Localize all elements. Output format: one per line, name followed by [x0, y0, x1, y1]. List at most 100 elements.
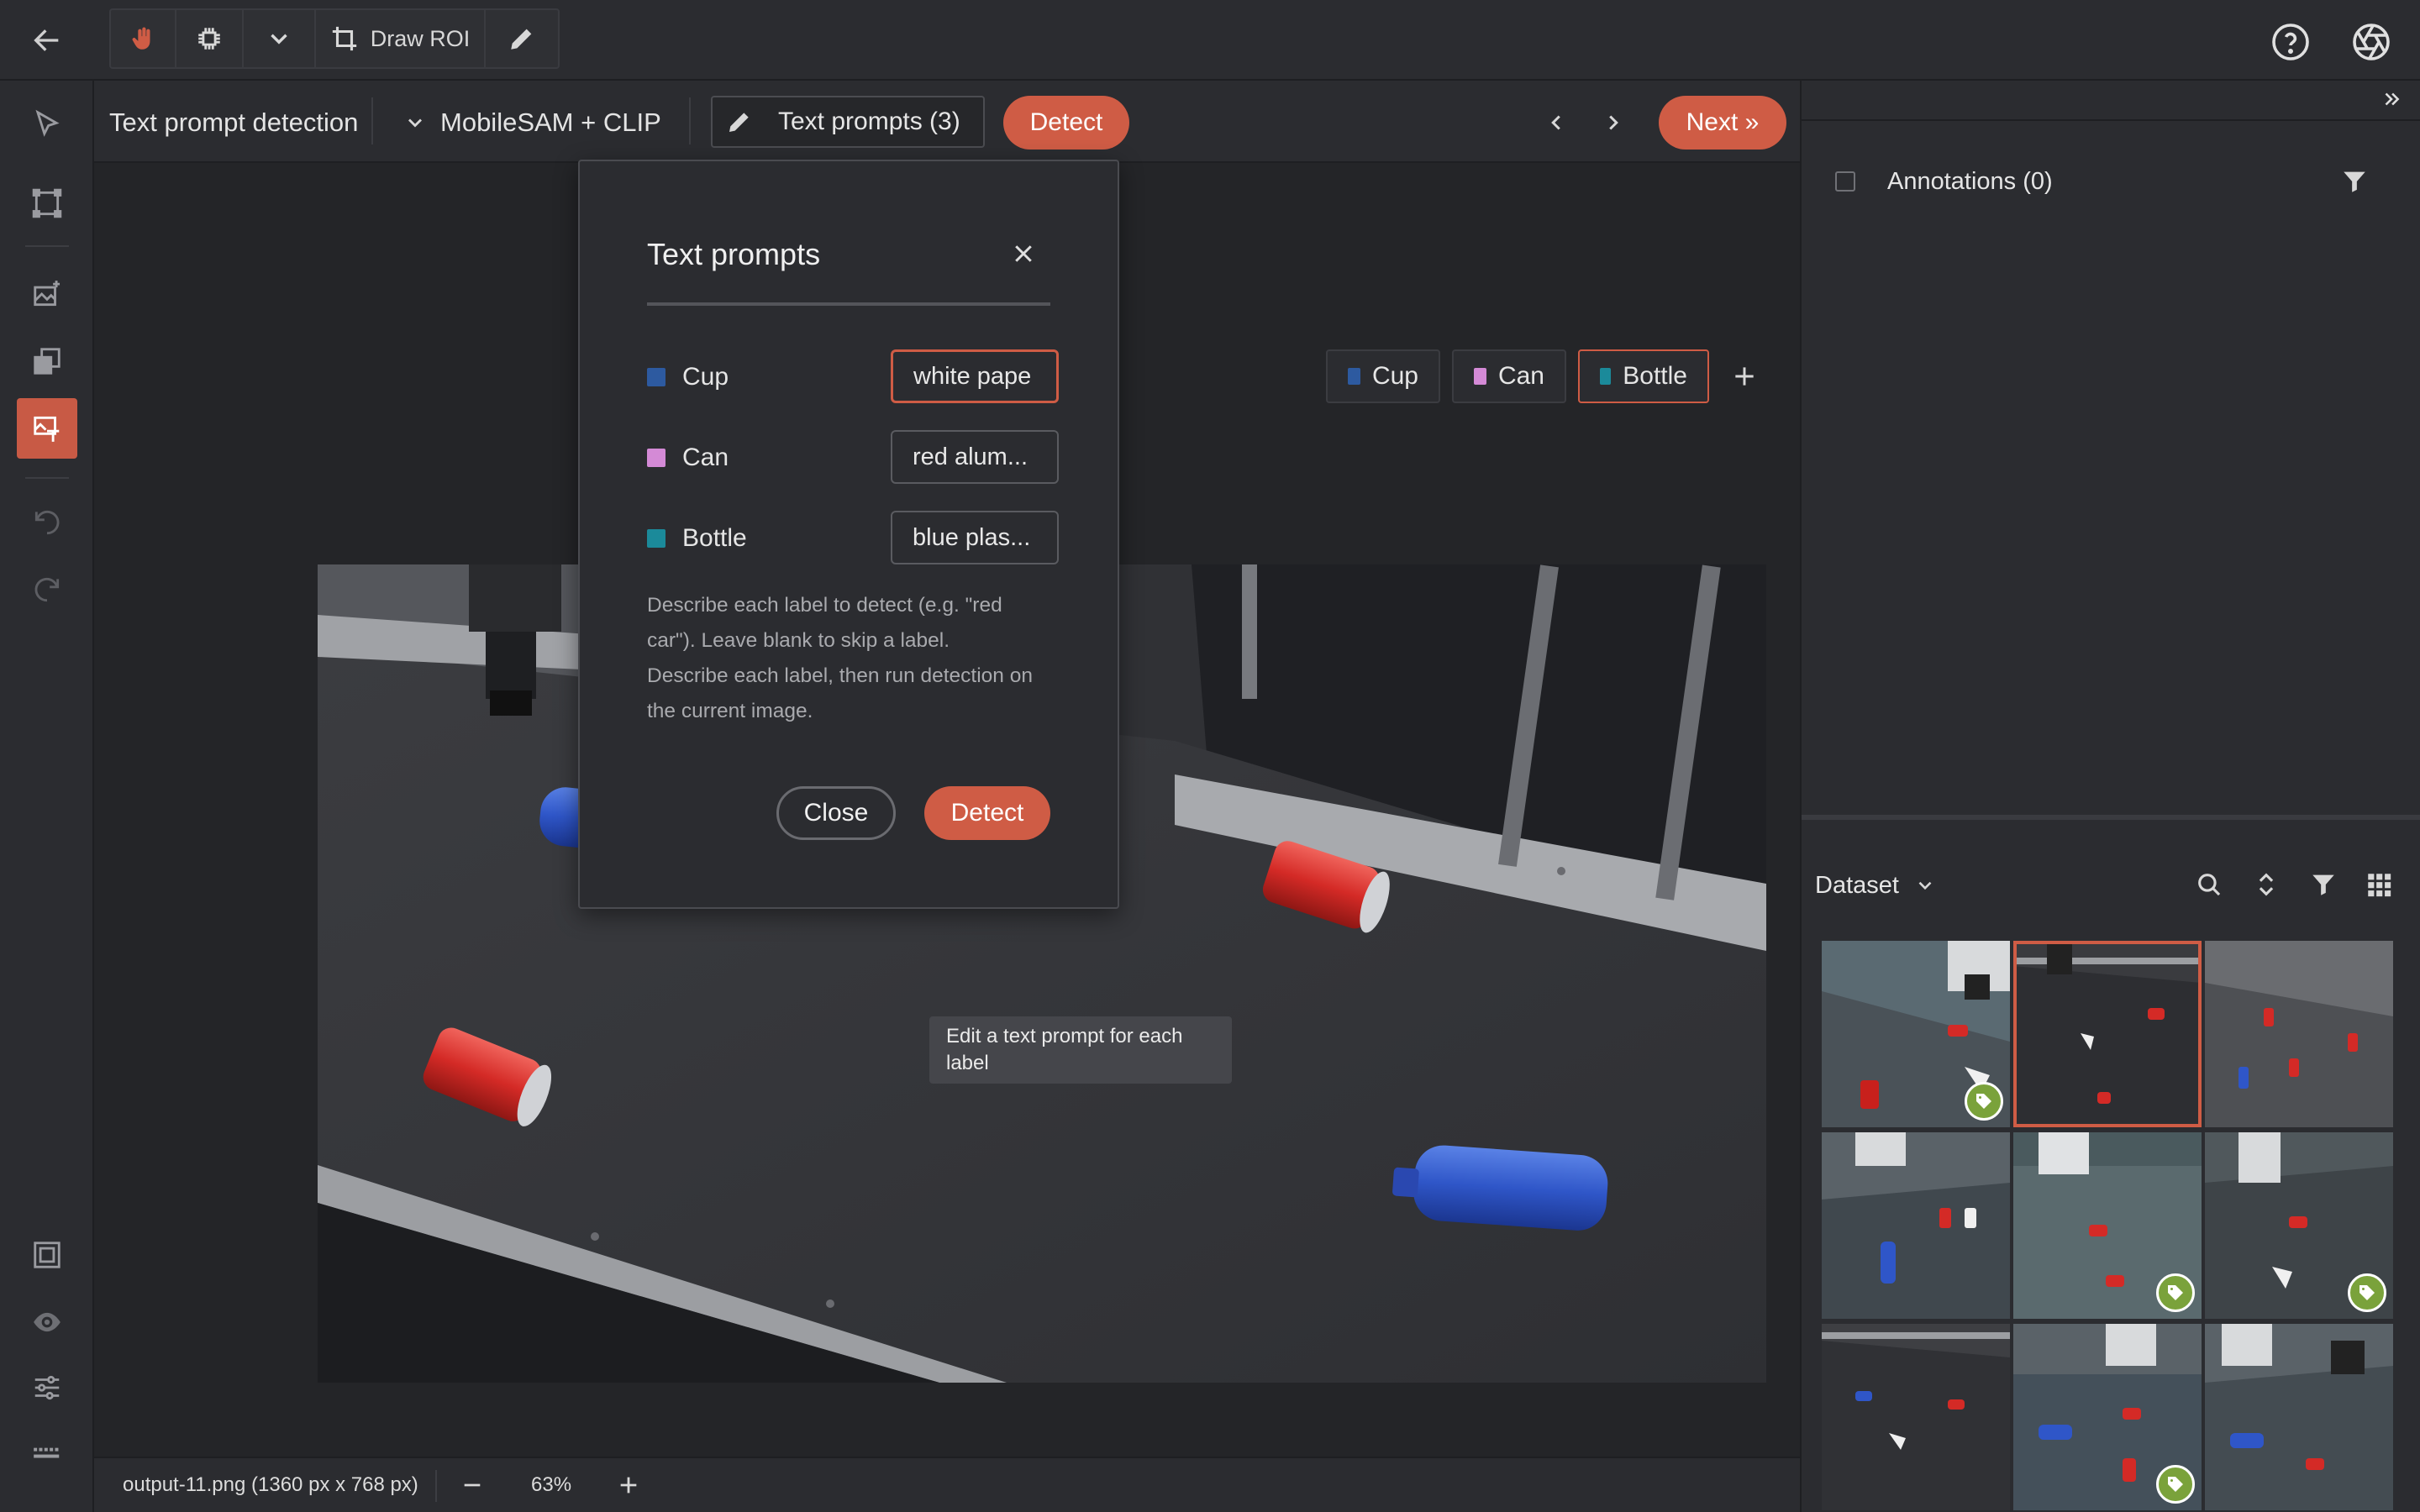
tool-group: Draw ROI [109, 8, 560, 69]
file-info: output-11.png (1360 px x 768 px) [123, 1473, 418, 1496]
dataset-grid-view-button[interactable] [2360, 865, 2398, 904]
dataset-filter-button[interactable] [2304, 865, 2343, 904]
annotations-select-all-checkbox[interactable] [1835, 171, 1855, 192]
text-prompts-label: Text prompts (3) [778, 108, 960, 135]
text-prompts-button[interactable]: Text prompts (3) [711, 96, 985, 148]
undo-icon [34, 510, 60, 535]
back-button[interactable] [25, 18, 69, 62]
label-color-swatch [1348, 368, 1360, 385]
image-text-icon [34, 416, 60, 442]
tag-icon [1976, 1094, 1991, 1109]
dataset-search-button[interactable] [2190, 865, 2228, 904]
dataset-thumbnail[interactable] [2013, 1132, 2202, 1319]
bounding-box-tool-button[interactable] [17, 173, 77, 234]
pan-tool-button[interactable] [111, 10, 176, 67]
next-button[interactable]: Next » [1659, 96, 1786, 150]
prompt-label: Cup [682, 363, 729, 391]
fit-screen-icon [34, 1242, 60, 1268]
prompt-input-cup[interactable]: white pape [891, 349, 1059, 403]
thumbnail-image [1822, 1132, 2010, 1319]
dialog-detect-button[interactable]: Detect [924, 786, 1050, 840]
minus-icon [464, 1483, 481, 1487]
dialog-close-text-button[interactable]: Close [776, 786, 896, 840]
dataset-thumbnail[interactable] [2013, 1324, 2202, 1510]
brush-tool-button[interactable] [486, 10, 558, 67]
double-chevron-right-icon [2385, 92, 2400, 106]
top-toolbar: Draw ROI [0, 0, 2420, 81]
pencil-icon [729, 113, 749, 132]
draw-roi-button[interactable]: Draw ROI [316, 10, 486, 67]
detection-toolbar: Text prompt detection MobileSAM + CLIP T… [94, 81, 1800, 163]
redo-button[interactable] [17, 559, 77, 620]
draw-roi-label: Draw ROI [370, 25, 471, 51]
text-prompt-tool-button[interactable] [17, 398, 77, 459]
select-tool-button[interactable] [17, 94, 77, 155]
help-text: Describe each label to detect (e.g. "red… [647, 594, 1002, 652]
auto-mask-tool-button[interactable] [176, 10, 244, 67]
dataset-thumbnail[interactable] [2205, 941, 2393, 1127]
app-logo [2349, 20, 2393, 64]
annotated-badge [2348, 1273, 2386, 1312]
aperture-icon [2353, 24, 2390, 60]
collapse-panel-button[interactable] [2373, 81, 2410, 118]
dataset-thumbnail[interactable] [1822, 1132, 2010, 1319]
image-ai-tool-button[interactable] [17, 264, 77, 324]
dialog-close-button[interactable] [1003, 234, 1044, 274]
sort-icon [2259, 873, 2274, 896]
annotated-badge [2156, 1465, 2195, 1504]
label-chip-cup[interactable]: Cup [1326, 349, 1440, 403]
fit-screen-button[interactable] [17, 1225, 77, 1285]
annotations-title: Annotations (0) [1887, 168, 2053, 195]
tool-dropdown-button[interactable] [244, 10, 316, 67]
detect-button[interactable]: Detect [1003, 96, 1129, 150]
dataset-sort-button[interactable] [2247, 865, 2286, 904]
prompt-input-can[interactable]: red alum... [891, 430, 1059, 484]
dialog-title: Text prompts [647, 237, 821, 271]
chevron-left-icon [1551, 115, 1560, 130]
annotations-filter-button[interactable] [2336, 163, 2373, 200]
thumbnail-image [2205, 941, 2393, 1127]
dataset-thumbnail[interactable] [1822, 1324, 2010, 1510]
plus-icon [620, 1477, 637, 1494]
tag-icon [2168, 1285, 2183, 1300]
status-bar: output-11.png (1360 px x 768 px) 63% [94, 1457, 1800, 1512]
dataset-thumbnail[interactable] [2205, 1324, 2393, 1510]
model-selector[interactable]: MobileSAM + CLIP [403, 104, 661, 141]
dataset-thumbnail[interactable] [2013, 941, 2202, 1127]
dataset-thumbnail[interactable] [1822, 941, 2010, 1127]
panel-splitter[interactable] [1802, 815, 2420, 820]
next-image-arrow-button[interactable] [1595, 104, 1632, 141]
undo-button[interactable] [17, 492, 77, 553]
search-icon [2198, 874, 2221, 896]
dataset-selector[interactable]: Dataset [1815, 867, 1936, 904]
prompt-row-bottle: Bottle blue plas... [647, 511, 1059, 564]
label-chip-text: Can [1497, 362, 1544, 390]
settings-sliders-button[interactable] [17, 1357, 77, 1418]
cursor-arrow-icon [35, 109, 60, 137]
help-button[interactable] [2269, 20, 2312, 64]
label-chip-bottle[interactable]: Bottle [1578, 349, 1709, 403]
add-label-button[interactable] [1721, 353, 1768, 400]
grid-icon [2368, 874, 2391, 897]
filter-icon [2344, 171, 2365, 192]
dataset-thumbnail[interactable] [2205, 1132, 2393, 1319]
layers-icon [34, 348, 60, 375]
label-chip-text: Cup [1371, 362, 1418, 390]
zoom-in-button[interactable] [612, 1468, 645, 1502]
image-sparkle-icon [34, 281, 60, 307]
pencil-icon [511, 29, 532, 50]
visibility-toggle-button[interactable] [17, 1292, 77, 1352]
text-prompts-dialog: Text prompts Cup white pape Can red alum… [578, 160, 1119, 909]
dataset-label: Dataset [1815, 871, 1899, 899]
previous-image-button[interactable] [1538, 104, 1575, 141]
crop-icon [332, 26, 356, 51]
label-color-swatch [1474, 368, 1486, 385]
copy-annotations-button[interactable] [17, 331, 77, 391]
label-chip-can[interactable]: Can [1452, 349, 1566, 403]
keyboard-shortcuts-button[interactable] [17, 1423, 77, 1483]
zoom-out-button[interactable] [455, 1468, 489, 1502]
label-color-swatch [647, 368, 666, 386]
prompt-input-bottle[interactable]: blue plas... [891, 511, 1059, 564]
label-chip-text: Bottle [1623, 362, 1687, 390]
label-color-swatch [1600, 368, 1612, 385]
